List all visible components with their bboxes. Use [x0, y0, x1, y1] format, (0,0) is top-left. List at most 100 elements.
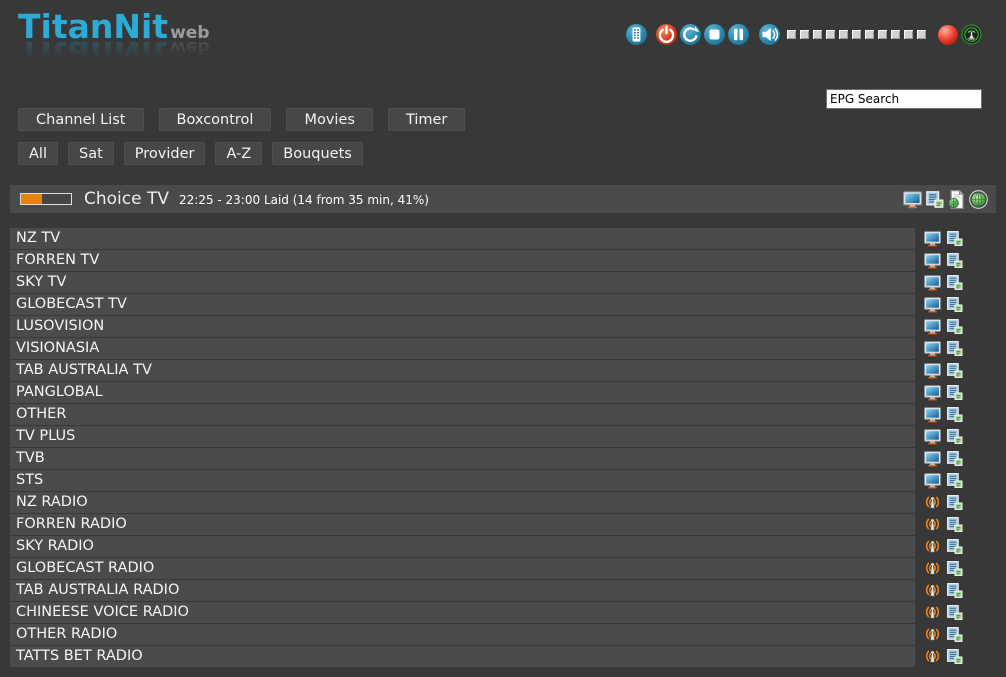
- epg-icon[interactable]: [946, 582, 963, 599]
- tv-icon[interactable]: [903, 190, 922, 209]
- channel-name[interactable]: OTHER: [10, 404, 915, 425]
- channel-name[interactable]: NZ RADIO: [10, 492, 915, 513]
- filter-a-z[interactable]: A-Z: [215, 142, 262, 165]
- epg-icon[interactable]: [946, 384, 963, 401]
- tv-icon[interactable]: [924, 406, 941, 423]
- channel-row: VISIONASIA: [10, 338, 1006, 359]
- volume-icon[interactable]: [759, 24, 780, 45]
- filter-sat[interactable]: Sat: [68, 142, 114, 165]
- epg-icon[interactable]: [946, 626, 963, 643]
- volume-step[interactable]: [787, 30, 796, 39]
- epg-icon[interactable]: [946, 406, 963, 423]
- channel-name[interactable]: PANGLOBAL: [10, 382, 915, 403]
- tv-icon[interactable]: [924, 340, 941, 357]
- channel-name[interactable]: NZ TV: [10, 228, 915, 249]
- channel-name[interactable]: SKY RADIO: [10, 536, 915, 557]
- epg-icon[interactable]: [946, 604, 963, 621]
- channel-name[interactable]: FORREN RADIO: [10, 514, 915, 535]
- epg-icon[interactable]: [946, 516, 963, 533]
- channel-name[interactable]: TATTS BET RADIO: [10, 646, 915, 667]
- channel-row-actions: [924, 318, 963, 335]
- channel-name[interactable]: TVB: [10, 448, 915, 469]
- radio-icon[interactable]: [924, 582, 941, 599]
- channel-row: FORREN TV: [10, 250, 1006, 271]
- epg-icon[interactable]: [946, 472, 963, 489]
- radio-icon[interactable]: [924, 648, 941, 665]
- volume-level-bar[interactable]: [787, 30, 930, 39]
- volume-step[interactable]: [813, 30, 822, 39]
- volume-step[interactable]: [878, 30, 887, 39]
- progress-bar: [20, 193, 72, 205]
- tv-icon[interactable]: [924, 274, 941, 291]
- reload-icon[interactable]: [680, 24, 701, 45]
- epg-icon[interactable]: [946, 296, 963, 313]
- channel-name[interactable]: STS: [10, 470, 915, 491]
- volume-step[interactable]: [917, 30, 926, 39]
- nav-timer[interactable]: Timer: [388, 108, 465, 131]
- epg-icon[interactable]: [946, 318, 963, 335]
- tv-icon[interactable]: [924, 384, 941, 401]
- channel-name[interactable]: TAB AUSTRALIA TV: [10, 360, 915, 381]
- filter-bouquets[interactable]: Bouquets: [272, 142, 363, 165]
- radio-icon[interactable]: [924, 626, 941, 643]
- tv-icon[interactable]: [924, 362, 941, 379]
- volume-step[interactable]: [800, 30, 809, 39]
- epg-icon[interactable]: [925, 190, 944, 209]
- tv-icon[interactable]: [924, 450, 941, 467]
- epg-search-input[interactable]: [826, 89, 982, 109]
- channel-name[interactable]: TV PLUS: [10, 426, 915, 447]
- epg-icon[interactable]: [946, 648, 963, 665]
- channel-name[interactable]: TAB AUSTRALIA RADIO: [10, 580, 915, 601]
- epg-icon[interactable]: [946, 450, 963, 467]
- nav-boxcontrol[interactable]: Boxcontrol: [159, 108, 272, 131]
- nav-movies[interactable]: Movies: [286, 108, 372, 131]
- channel-name[interactable]: FORREN TV: [10, 250, 915, 271]
- channel-name[interactable]: LUSOVISION: [10, 316, 915, 337]
- nav-channel-list[interactable]: Channel List: [18, 108, 144, 131]
- remote-control-icon[interactable]: [626, 24, 647, 45]
- epg-icon[interactable]: [946, 252, 963, 269]
- radio-icon[interactable]: [924, 560, 941, 577]
- tv-icon[interactable]: [924, 318, 941, 335]
- tv-icon[interactable]: [924, 252, 941, 269]
- filter-provider[interactable]: Provider: [124, 142, 206, 165]
- channel-name[interactable]: VISIONASIA: [10, 338, 915, 359]
- radio-icon[interactable]: [924, 494, 941, 511]
- volume-step[interactable]: [891, 30, 900, 39]
- epg-icon[interactable]: [946, 428, 963, 445]
- epg-icon[interactable]: [946, 230, 963, 247]
- tv-icon[interactable]: [924, 472, 941, 489]
- tv-icon[interactable]: [924, 296, 941, 313]
- epg-icon[interactable]: [946, 560, 963, 577]
- power-icon[interactable]: [656, 24, 677, 45]
- channel-name[interactable]: OTHER RADIO: [10, 624, 915, 645]
- channel-row: OTHER: [10, 404, 1006, 425]
- pause-icon[interactable]: [728, 24, 749, 45]
- transmitter-icon[interactable]: [961, 24, 982, 45]
- stream-globe-icon[interactable]: [969, 190, 988, 209]
- channel-row: OTHER RADIO: [10, 624, 1006, 645]
- volume-step[interactable]: [826, 30, 835, 39]
- tv-icon[interactable]: [924, 428, 941, 445]
- volume-step[interactable]: [904, 30, 913, 39]
- channel-name[interactable]: GLOBECAST RADIO: [10, 558, 915, 579]
- tv-icon[interactable]: [924, 230, 941, 247]
- filter-all[interactable]: All: [18, 142, 58, 165]
- epg-icon[interactable]: [946, 274, 963, 291]
- radio-icon[interactable]: [924, 604, 941, 621]
- stop-icon[interactable]: [704, 24, 725, 45]
- epg-icon[interactable]: [946, 340, 963, 357]
- epg-icon[interactable]: [946, 362, 963, 379]
- epg-icon[interactable]: [946, 538, 963, 555]
- volume-step[interactable]: [865, 30, 874, 39]
- channel-name[interactable]: CHINEESE VOICE RADIO: [10, 602, 915, 623]
- channel-name[interactable]: GLOBECAST TV: [10, 294, 915, 315]
- radio-icon[interactable]: [924, 538, 941, 555]
- volume-step[interactable]: [839, 30, 848, 39]
- channel-row-actions: [924, 516, 963, 533]
- channel-name[interactable]: SKY TV: [10, 272, 915, 293]
- volume-step[interactable]: [852, 30, 861, 39]
- epg-icon[interactable]: [946, 494, 963, 511]
- radio-icon[interactable]: [924, 516, 941, 533]
- web-epg-icon[interactable]: [947, 190, 966, 209]
